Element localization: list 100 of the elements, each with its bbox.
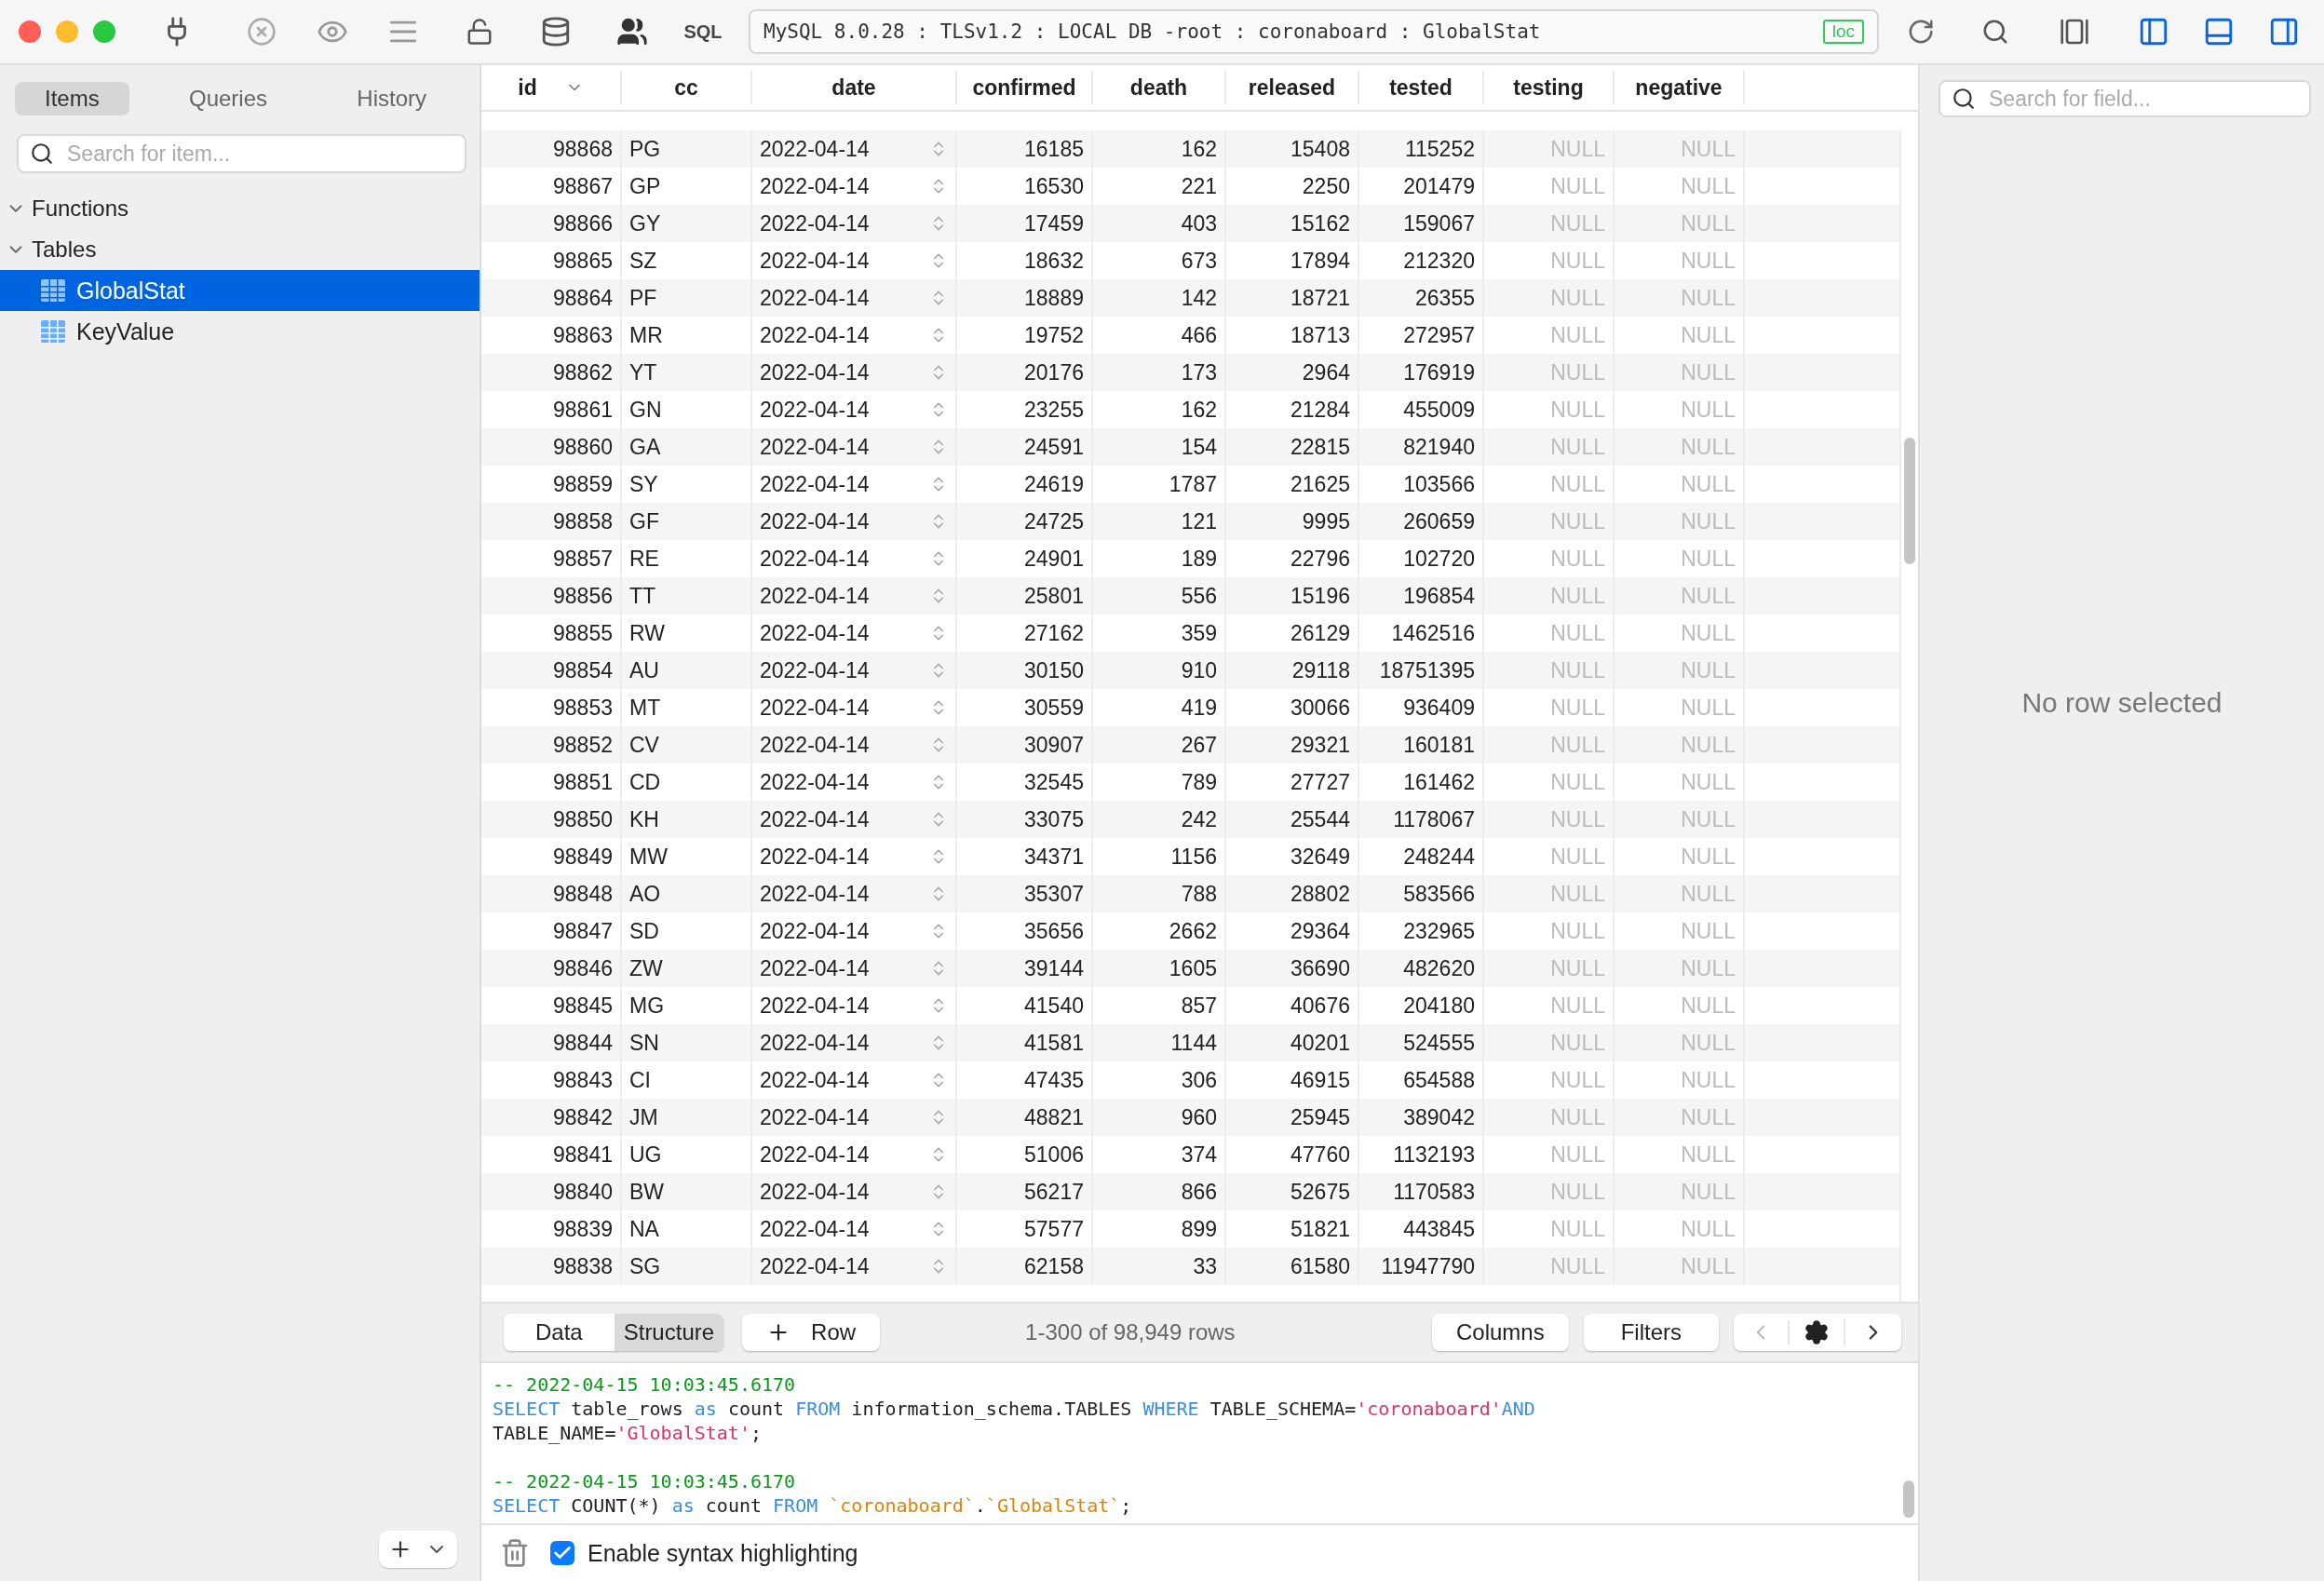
- cell-text: 189: [1181, 546, 1217, 572]
- table-row[interactable]: 98842 JM 2022-04-14 48821 960 25945 389042 NULL NULL: [481, 1099, 1899, 1136]
- database-icon[interactable]: [540, 16, 572, 47]
- tree-group[interactable]: Functions: [32, 196, 129, 222]
- users-icon[interactable]: [616, 16, 648, 47]
- column-header[interactable]: released: [1226, 71, 1359, 104]
- cell-text: 98856: [553, 583, 613, 609]
- cell-text: 2022-04-14: [760, 1142, 870, 1168]
- cell-text: GA: [629, 434, 661, 460]
- search-field[interactable]: Search for item...: [65, 140, 453, 168]
- table-row[interactable]: 98850 KH 2022-04-14 33075 242 25544 1178067 NULL NULL: [481, 801, 1899, 838]
- lock-icon[interactable]: [466, 18, 493, 46]
- columns-icon[interactable]: [2060, 17, 2089, 47]
- table-row[interactable]: 98856 TT 2022-04-14 25801 556 15196 196854 NULL NULL: [481, 577, 1899, 615]
- close-button[interactable]: [19, 20, 41, 43]
- table-row[interactable]: 98862 YT 2022-04-14 20176 173 2964 176919 NULL NULL: [481, 354, 1899, 391]
- column-header[interactable]: death: [1093, 71, 1226, 104]
- cell-text: 98864: [553, 285, 613, 311]
- add-button[interactable]: [379, 1531, 457, 1568]
- settings-icon[interactable]: [1804, 1319, 1830, 1345]
- column-header[interactable]: id: [481, 71, 622, 104]
- cell-text: NULL: [1550, 248, 1605, 274]
- cell-text: 98862: [553, 359, 613, 385]
- cell-text: AO: [629, 881, 661, 907]
- table-row[interactable]: 98840 BW 2022-04-14 56217 866 52675 1170583 NULL NULL: [481, 1173, 1899, 1210]
- cell-text: NULL: [1681, 359, 1736, 385]
- sidebar-tab[interactable]: Items: [15, 82, 129, 115]
- cell-text: NULL: [1681, 1142, 1736, 1168]
- column-header[interactable]: tested: [1359, 71, 1484, 104]
- right-panel-icon[interactable]: [2268, 16, 2300, 47]
- cancel-icon[interactable]: [247, 17, 277, 47]
- column-header[interactable]: confirmed: [957, 71, 1093, 104]
- column-header[interactable]: cc: [622, 71, 752, 104]
- cell-text: 2022-04-14: [760, 1067, 870, 1093]
- sidebar-tab[interactable]: Queries: [159, 82, 298, 115]
- cell-text: NULL: [1550, 769, 1605, 795]
- zoom-button[interactable]: [93, 20, 115, 43]
- minimize-button[interactable]: [56, 20, 78, 43]
- cell-text: 821940: [1403, 434, 1475, 460]
- cell-text: NULL: [1681, 1179, 1736, 1205]
- cell-text: NULL: [1681, 844, 1736, 870]
- cell-text: 62158: [1024, 1253, 1084, 1279]
- table-row[interactable]: 98866 GY 2022-04-14 17459 403 15162 159067 NULL NULL: [481, 205, 1899, 242]
- cell-text: NULL: [1681, 397, 1736, 423]
- table-row[interactable]: 98838 SG 2022-04-14 62158 33 61580 11947790 NULL NULL: [481, 1248, 1899, 1285]
- scrollbar[interactable]: [1904, 438, 1915, 564]
- cell-text: GP: [629, 173, 661, 199]
- cell-text: 21625: [1290, 471, 1350, 497]
- table-row[interactable]: 98844 SN 2022-04-14 41581 1144 40201 524555 NULL NULL: [481, 1024, 1899, 1061]
- reload-icon[interactable]: [1907, 18, 1935, 46]
- cell-text: 2022-04-14: [760, 881, 870, 907]
- cell-text: 57577: [1024, 1216, 1084, 1242]
- cell-text: 23255: [1024, 397, 1084, 423]
- table-row[interactable]: 98860 GA 2022-04-14 24591 154 22815 821940 NULL NULL: [481, 428, 1899, 466]
- cell-text: 443845: [1403, 1216, 1475, 1242]
- bottom-panel-icon[interactable]: [2203, 16, 2235, 47]
- tree-item[interactable]: GlobalStat: [0, 270, 480, 311]
- search-box[interactable]: Search for field...: [1939, 80, 2311, 117]
- cell-text: 2022-04-14: [760, 769, 870, 795]
- cell-text: 2022-04-14: [760, 359, 870, 385]
- cell-text: 1178067: [1393, 806, 1475, 832]
- table-row[interactable]: 98848 AO 2022-04-14 35307 788 28802 583566 NULL NULL: [481, 875, 1899, 912]
- view-tab[interactable]: Data: [504, 1314, 615, 1351]
- add-row-button[interactable]: Row: [742, 1314, 881, 1351]
- table-row[interactable]: 98858 GF 2022-04-14 24725 121 9995 260659 NULL NULL: [481, 503, 1899, 540]
- search-box[interactable]: Search for item...: [17, 134, 466, 173]
- tree-group[interactable]: Tables: [32, 236, 97, 263]
- column-header[interactable]: date: [752, 71, 957, 104]
- cell-text: 788: [1181, 881, 1217, 907]
- checkbox[interactable]: [550, 1541, 574, 1565]
- cell-text: 2022-04-14: [760, 546, 870, 572]
- cell-text: 98858: [553, 508, 613, 534]
- column-header[interactable]: testing: [1484, 71, 1615, 104]
- table-row[interactable]: 98864 PF 2022-04-14 18889 142 18721 26355 NULL NULL: [481, 279, 1899, 317]
- table-row[interactable]: 98852 CV 2022-04-14 30907 267 29321 160181 NULL NULL: [481, 726, 1899, 763]
- scrollbar[interactable]: [1903, 1480, 1914, 1518]
- tree-item[interactable]: KeyValue: [0, 311, 480, 352]
- table-row[interactable]: 98846 ZW 2022-04-14 39144 1605 36690 482620 NULL NULL: [481, 950, 1899, 987]
- cell-text: NULL: [1681, 881, 1736, 907]
- sidebar-tab[interactable]: History: [327, 82, 456, 115]
- search-field[interactable]: Search for field...: [1987, 85, 2298, 113]
- cell-text: 40676: [1290, 993, 1350, 1019]
- cell-text: 242: [1181, 806, 1217, 832]
- table-row[interactable]: 98854 AU 2022-04-14 30150 910 29118 18751395 NULL NULL: [481, 652, 1899, 689]
- cell-text: 2022-04-14: [760, 322, 870, 348]
- trash-icon[interactable]: [500, 1538, 530, 1568]
- toolbar-button[interactable]: Columns: [1431, 1314, 1569, 1351]
- cell-text: NULL: [1681, 1104, 1736, 1130]
- cell-text: NULL: [1550, 657, 1605, 683]
- view-tab[interactable]: Structure: [614, 1314, 724, 1351]
- sql-line: TABLE_NAME='GlobalStat';: [493, 1421, 763, 1445]
- cell-text: 98848: [553, 881, 613, 907]
- column-header[interactable]: negative: [1615, 71, 1745, 104]
- toolbar-button[interactable]: Filters: [1583, 1314, 1719, 1351]
- cell-text: 27162: [1024, 620, 1084, 646]
- cell-text: 2022-04-14: [760, 1216, 870, 1242]
- table-row[interactable]: 98868 PG 2022-04-14 16185 162 15408 115252 NULL NULL: [481, 130, 1899, 168]
- sql-button[interactable]: SQL: [683, 20, 723, 43]
- search-icon[interactable]: [1981, 18, 2009, 46]
- left-panel-icon[interactable]: [2138, 16, 2169, 47]
